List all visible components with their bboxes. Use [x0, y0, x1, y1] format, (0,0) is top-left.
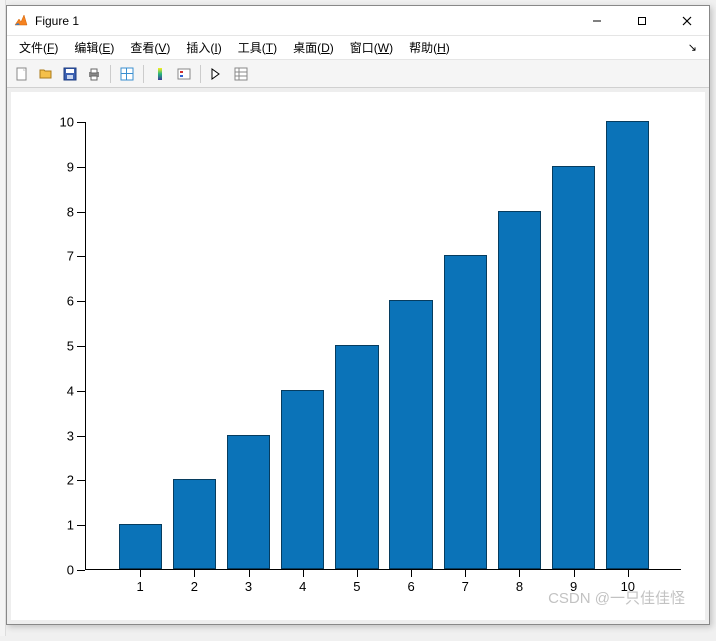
bar[interactable]	[498, 211, 541, 569]
link-data-button[interactable]	[116, 63, 138, 85]
y-tick-label: 6	[67, 294, 74, 309]
y-tick	[77, 346, 85, 347]
x-tick-label: 6	[407, 579, 414, 594]
x-tick	[249, 569, 250, 577]
x-tick	[140, 569, 141, 577]
menu-item[interactable]: 帮助(H)	[403, 37, 456, 58]
plot-canvas[interactable]: 01234567891012345678910 CSDN @一只佳佳怪	[11, 92, 705, 620]
bar[interactable]	[444, 255, 487, 569]
close-button[interactable]	[664, 6, 709, 35]
new-figure-button[interactable]	[11, 63, 33, 85]
window-title: Figure 1	[35, 14, 79, 28]
menu-item[interactable]: 查看(V)	[124, 37, 176, 58]
x-tick	[194, 569, 195, 577]
y-tick-label: 5	[67, 339, 74, 354]
menubar-overflow-icon[interactable]: ↘	[688, 41, 703, 54]
toolbar-separator	[143, 65, 144, 83]
menubar: 文件(F)编辑(E)查看(V)插入(I)工具(T)桌面(D)窗口(W)帮助(H)…	[7, 36, 709, 60]
open-button[interactable]	[35, 63, 57, 85]
bar[interactable]	[606, 121, 649, 569]
menu-item[interactable]: 插入(I)	[180, 37, 227, 58]
menu-item[interactable]: 窗口(W)	[344, 37, 399, 58]
x-tick	[519, 569, 520, 577]
x-tick-label: 2	[191, 579, 198, 594]
bar[interactable]	[173, 479, 216, 569]
matlab-app-icon	[13, 13, 29, 29]
toolbar	[7, 60, 709, 88]
bar[interactable]	[119, 524, 162, 569]
y-tick	[77, 480, 85, 481]
axes: 01234567891012345678910	[85, 122, 681, 570]
figure-window: Figure 1 文件(F)编辑(E)查看(V)插入(I)工具(T)桌面(D)窗…	[6, 5, 710, 625]
menu-item[interactable]: 编辑(E)	[68, 37, 120, 58]
y-tick	[77, 301, 85, 302]
open-property-inspector-button[interactable]	[230, 63, 252, 85]
menu-item[interactable]: 工具(T)	[232, 37, 283, 58]
x-tick	[465, 569, 466, 577]
x-tick	[303, 569, 304, 577]
y-tick	[77, 570, 85, 571]
y-tick	[77, 525, 85, 526]
x-tick-label: 7	[462, 579, 469, 594]
y-tick-label: 0	[67, 563, 74, 578]
y-tick-label: 7	[67, 249, 74, 264]
x-tick-label: 9	[570, 579, 577, 594]
plot-area: 01234567891012345678910 CSDN @一只佳佳怪	[7, 88, 709, 624]
y-tick	[77, 256, 85, 257]
edit-plot-button[interactable]	[206, 63, 228, 85]
print-button[interactable]	[83, 63, 105, 85]
x-tick	[574, 569, 575, 577]
x-tick-label: 3	[245, 579, 252, 594]
insert-legend-button[interactable]	[173, 63, 195, 85]
y-tick	[77, 122, 85, 123]
bar[interactable]	[281, 390, 324, 569]
x-tick-label: 1	[137, 579, 144, 594]
bar[interactable]	[552, 166, 595, 569]
y-tick	[77, 391, 85, 392]
toolbar-separator	[200, 65, 201, 83]
insert-colorbar-button[interactable]	[149, 63, 171, 85]
maximize-button[interactable]	[619, 6, 664, 35]
toolbar-separator	[110, 65, 111, 83]
y-tick	[77, 212, 85, 213]
y-tick-label: 4	[67, 383, 74, 398]
y-tick	[77, 436, 85, 437]
x-tick-label: 4	[299, 579, 306, 594]
x-tick-label: 8	[516, 579, 523, 594]
y-tick-label: 3	[67, 428, 74, 443]
x-tick	[357, 569, 358, 577]
x-tick-label: 5	[353, 579, 360, 594]
y-tick-label: 9	[67, 159, 74, 174]
y-tick-label: 8	[67, 204, 74, 219]
titlebar: Figure 1	[7, 6, 709, 36]
watermark: CSDN @一只佳佳怪	[548, 587, 685, 608]
x-tick	[411, 569, 412, 577]
y-tick	[77, 167, 85, 168]
x-tick	[628, 569, 629, 577]
y-tick-label: 1	[67, 518, 74, 533]
y-tick-label: 2	[67, 473, 74, 488]
menu-item[interactable]: 文件(F)	[13, 37, 64, 58]
bar[interactable]	[389, 300, 432, 569]
bar[interactable]	[335, 345, 378, 569]
save-button[interactable]	[59, 63, 81, 85]
y-tick-label: 10	[60, 115, 74, 130]
minimize-button[interactable]	[574, 6, 619, 35]
app-left-strip	[0, 0, 6, 636]
menu-item[interactable]: 桌面(D)	[287, 37, 340, 58]
bar[interactable]	[227, 435, 270, 569]
x-tick-label: 10	[621, 579, 635, 594]
